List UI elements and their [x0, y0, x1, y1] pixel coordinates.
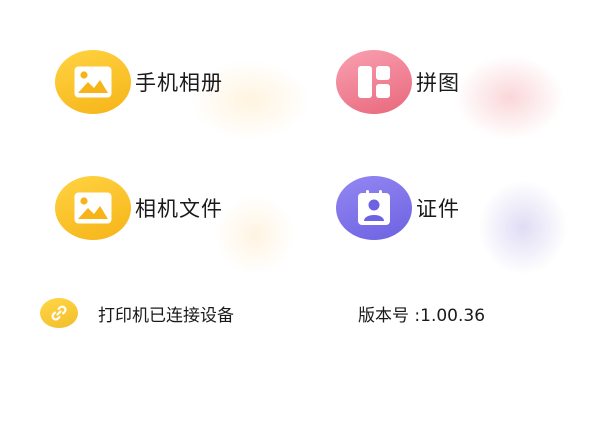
id-photo-tile[interactable]: 证件 [336, 176, 460, 240]
collage-tile[interactable]: 拼图 [336, 50, 460, 114]
camera-files-tile[interactable]: 相机文件 [55, 176, 223, 240]
link-icon[interactable] [40, 298, 78, 328]
id-photo-icon [336, 176, 412, 240]
background-decoration [478, 180, 568, 275]
tile-label: 手机相册 [135, 71, 223, 95]
collage-icon [336, 50, 412, 114]
version-label: 版本号 :1.00.36 [358, 305, 486, 326]
status-row: 打印机已连接设备 版本号 :1.00.36 [40, 296, 570, 330]
tile-label: 相机文件 [135, 197, 223, 221]
phone-album-tile[interactable]: 手机相册 [55, 50, 223, 114]
tile-label: 证件 [416, 197, 460, 221]
photo-icon [55, 176, 131, 240]
background-decoration [215, 195, 295, 275]
tile-label: 拼图 [416, 71, 460, 95]
background-decoration [455, 55, 565, 140]
photo-icon [55, 50, 131, 114]
printer-connection-status: 打印机已连接设备 [98, 305, 234, 326]
